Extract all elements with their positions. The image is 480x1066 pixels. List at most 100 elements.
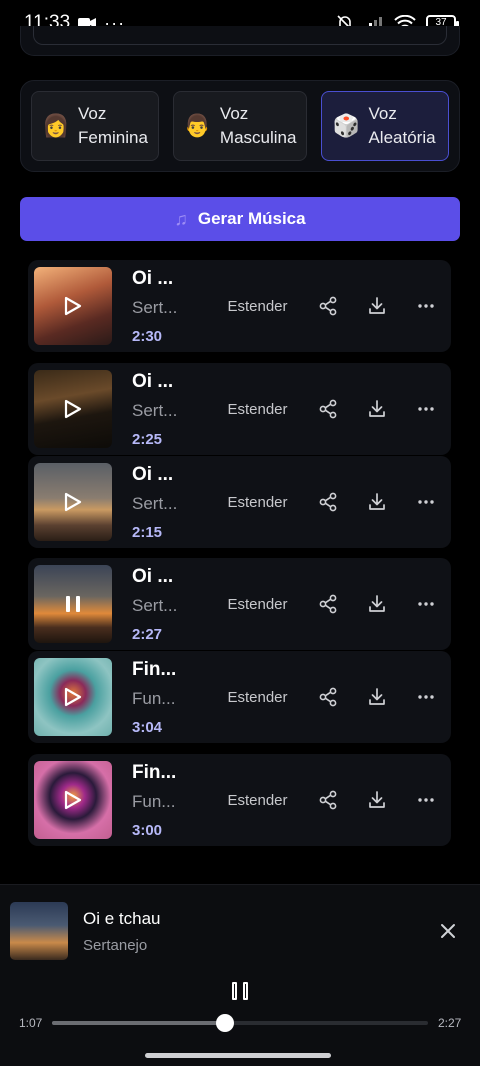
share-button[interactable]	[303, 399, 352, 419]
more-options-icon	[418, 695, 435, 699]
song-genre: Sert...	[132, 297, 178, 317]
song-item[interactable]: Oi ... Sert... 2:27 Estender	[28, 558, 451, 650]
dice-icon: 🎲	[332, 113, 360, 138]
current-time: 1:07	[19, 1016, 43, 1030]
share-button[interactable]	[303, 687, 352, 707]
download-icon	[369, 400, 385, 417]
player-title: Oi e tchau	[83, 909, 161, 928]
song-genre: Sert...	[132, 595, 178, 615]
song-item[interactable]: Fin... Fun... 3:00 Estender	[28, 754, 451, 846]
progress-slider[interactable]	[52, 1014, 428, 1032]
song-cover[interactable]	[34, 267, 112, 345]
previous-panel	[20, 26, 460, 56]
song-cover[interactable]	[34, 658, 112, 736]
play-icon[interactable]	[64, 790, 82, 810]
share-button[interactable]	[303, 790, 352, 810]
song-duration: 2:27	[132, 625, 163, 643]
voice-female-button[interactable]: 👩 Voz Feminina	[31, 91, 159, 161]
more-options-button[interactable]	[402, 399, 451, 419]
more-options-button[interactable]	[402, 790, 451, 810]
home-indicator[interactable]	[145, 1053, 331, 1058]
song-duration: 2:25	[132, 430, 163, 448]
song-title: Oi ...	[132, 463, 174, 485]
more-options-icon	[418, 407, 435, 411]
song-title: Fin...	[132, 658, 177, 680]
extend-button[interactable]: Estender	[212, 689, 303, 706]
song-title: Oi ...	[132, 370, 174, 392]
song-duration: 2:30	[132, 327, 163, 345]
song-genre: Fun...	[132, 688, 176, 708]
song-item[interactable]: Fin... Fun... 3:04 Estender	[28, 651, 451, 743]
share-icon	[319, 687, 337, 707]
download-button[interactable]	[352, 399, 401, 419]
share-icon	[319, 296, 337, 316]
extend-button[interactable]: Estender	[212, 298, 303, 315]
song-duration: 3:04	[132, 718, 163, 736]
voice-label-line1: Voz	[219, 104, 249, 123]
extend-button[interactable]: Estender	[212, 792, 303, 809]
play-icon[interactable]	[64, 296, 82, 316]
song-title: Oi ...	[132, 267, 174, 289]
download-button[interactable]	[352, 687, 401, 707]
voice-random-button[interactable]: 🎲 Voz Aleatória	[321, 91, 449, 161]
song-cover[interactable]	[34, 761, 112, 839]
download-button[interactable]	[352, 296, 401, 316]
more-options-icon	[418, 304, 435, 308]
song-cover[interactable]	[34, 463, 112, 541]
download-button[interactable]	[352, 790, 401, 810]
share-icon	[319, 399, 337, 419]
more-options-icon	[418, 602, 435, 606]
download-icon	[369, 688, 385, 705]
extend-button[interactable]: Estender	[212, 494, 303, 511]
progress-thumb[interactable]	[215, 1014, 234, 1032]
total-time: 2:27	[438, 1016, 462, 1030]
progress-fill	[52, 1021, 225, 1025]
song-item[interactable]: Oi ... Sert... 2:30 Estender	[28, 260, 451, 352]
more-options-button[interactable]	[402, 687, 451, 707]
song-cover[interactable]	[34, 370, 112, 448]
play-icon[interactable]	[64, 687, 82, 707]
play-icon[interactable]	[64, 399, 82, 419]
song-item[interactable]: Oi ... Sert... 2:15 Estender	[28, 456, 451, 548]
play-icon[interactable]	[64, 492, 82, 512]
share-button[interactable]	[303, 594, 352, 614]
share-button[interactable]	[303, 296, 352, 316]
song-title: Fin...	[132, 761, 177, 783]
song-genre: Sert...	[132, 400, 178, 420]
voice-label-line2: Aleatória	[368, 128, 436, 147]
voice-selector: 👩 Voz Feminina 👨 Voz Masculina 🎲 Voz Ale…	[20, 80, 460, 172]
extend-button[interactable]: Estender	[212, 596, 303, 613]
more-options-button[interactable]	[402, 594, 451, 614]
song-genre: Sert...	[132, 493, 178, 513]
voice-label-line1: Voz	[368, 104, 397, 123]
voice-label-line1: Voz	[78, 104, 107, 123]
song-item[interactable]: Oi ... Sert... 2:25 Estender	[28, 363, 451, 455]
download-button[interactable]	[352, 594, 401, 614]
download-button[interactable]	[352, 492, 401, 512]
song-duration: 2:15	[132, 523, 163, 541]
more-options-button[interactable]	[402, 492, 451, 512]
close-icon[interactable]	[436, 919, 460, 943]
share-button[interactable]	[303, 492, 352, 512]
man-icon: 👨	[183, 113, 212, 138]
song-duration: 3:00	[132, 821, 163, 839]
player-genre: Sertanejo	[83, 937, 148, 954]
pause-button[interactable]	[232, 982, 248, 1000]
music-note-icon: ♫	[174, 208, 188, 229]
extend-button[interactable]: Estender	[212, 401, 303, 418]
share-icon	[319, 594, 337, 614]
song-cover[interactable]	[34, 565, 112, 643]
player-cover	[10, 902, 68, 960]
song-title: Oi ...	[132, 565, 174, 587]
pause-icon[interactable]	[66, 596, 80, 612]
more-options-button[interactable]	[402, 296, 451, 316]
generate-music-button[interactable]: ♫ Gerar Música	[20, 197, 460, 241]
more-options-icon	[418, 798, 435, 802]
voice-male-button[interactable]: 👨 Voz Masculina	[172, 91, 308, 161]
song-genre: Fun...	[132, 791, 176, 811]
download-icon	[369, 297, 385, 314]
download-icon	[369, 493, 385, 510]
woman-icon: 👩	[42, 113, 70, 138]
mini-player: Oi e tchau Sertanejo 1:07 2:27	[0, 884, 480, 1066]
voice-label-line2: Masculina	[219, 128, 297, 147]
